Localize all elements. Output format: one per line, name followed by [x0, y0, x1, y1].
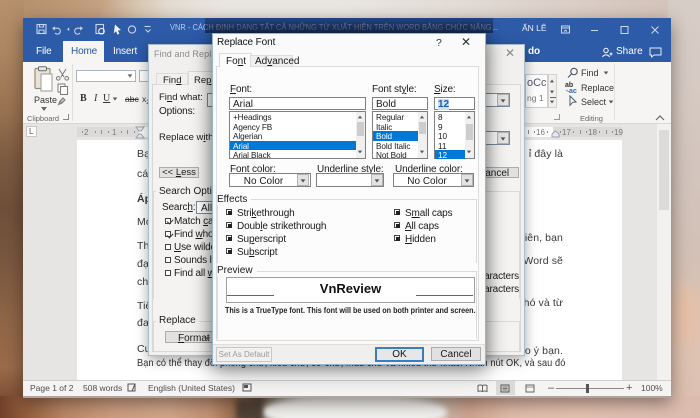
svg-text:ac: ac: [569, 88, 577, 93]
